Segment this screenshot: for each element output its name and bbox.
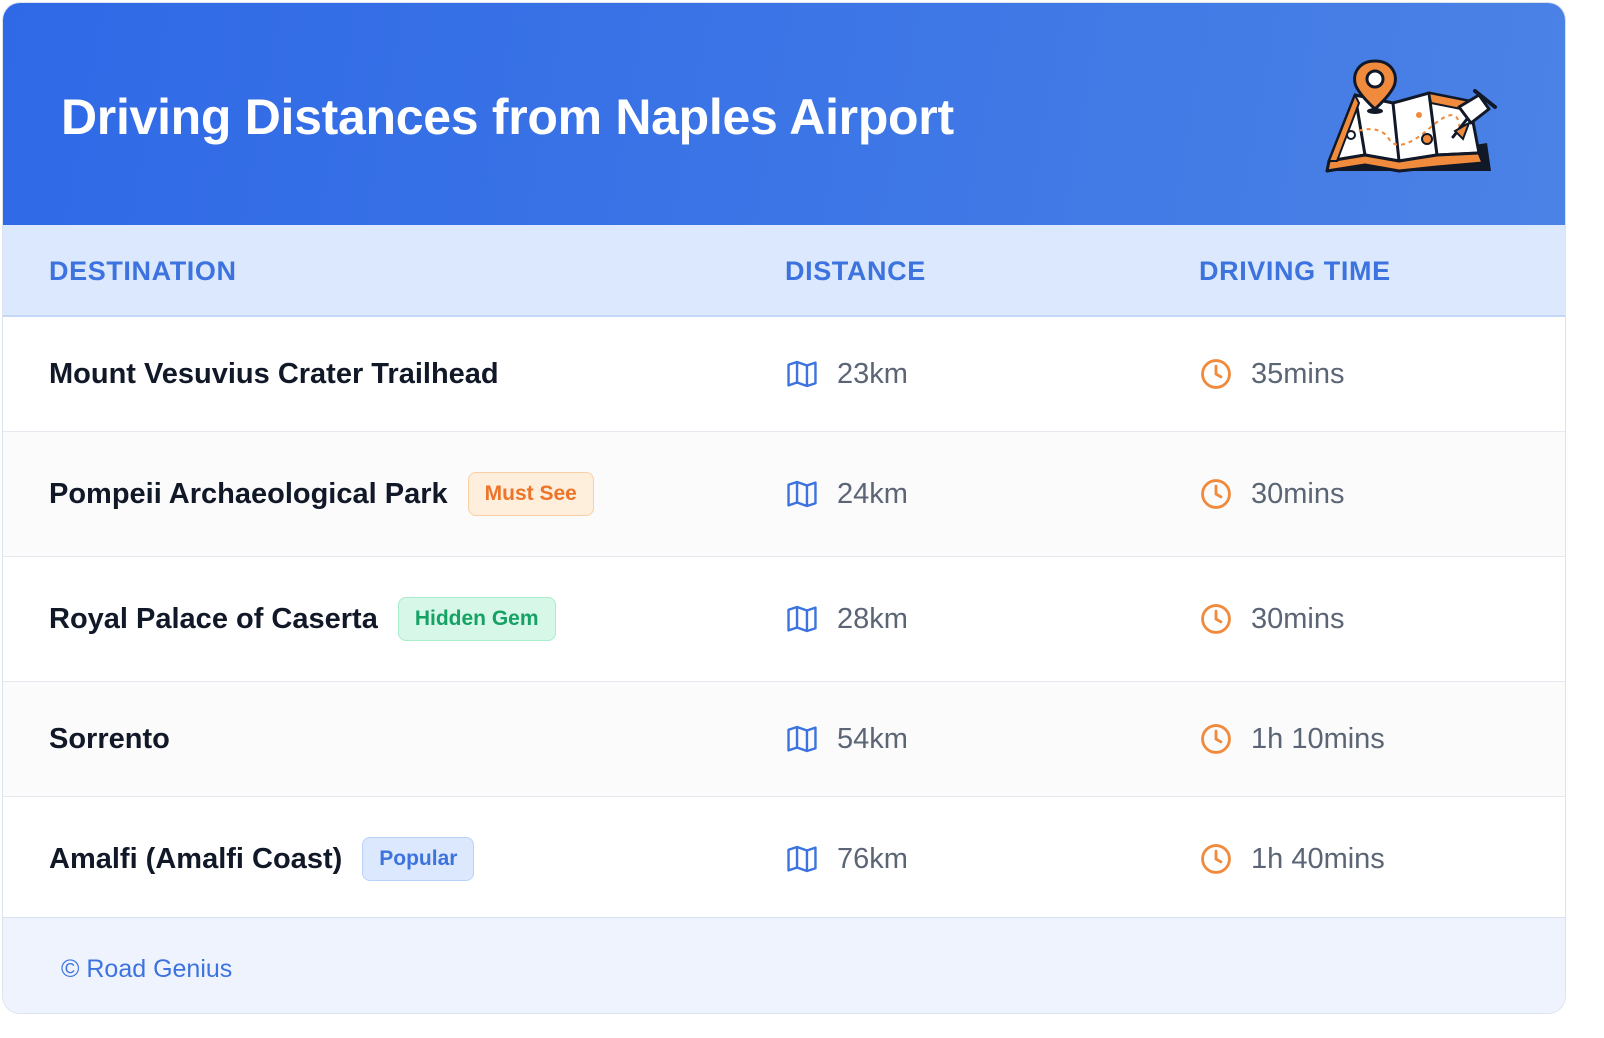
destination-name: Mount Vesuvius Crater Trailhead [49,358,499,390]
distance-card: Driving Distances from Naples Airport DE… [2,2,1566,1014]
distance-value: 28km [837,603,908,635]
table-row: Sorrento 54km 1h 10mins [3,682,1565,797]
destination-cell: Mount Vesuvius Crater Trailhead [49,317,499,431]
distance-value: 24km [837,478,908,510]
destination-cell: Royal Palace of Caserta Hidden Gem [49,557,556,681]
table-header-row: DESTINATION DISTANCE DRIVING TIME [3,225,1565,317]
clock-icon [1201,604,1231,634]
column-header-destination: DESTINATION [49,256,237,286]
distance-cell: 23km [785,317,908,431]
time-value: 1h 10mins [1251,723,1385,755]
table-row: Amalfi (Amalfi Coast) Popular 76km 1h 40… [3,797,1565,921]
destination-cell: Sorrento [49,682,170,796]
column-header-driving-time: DRIVING TIME [1199,256,1391,286]
table-row: Royal Palace of Caserta Hidden Gem 28km … [3,557,1565,682]
map-with-pin-icon [1325,59,1497,173]
distance-value: 76km [837,843,908,875]
time-cell: 1h 10mins [1199,682,1385,796]
time-cell: 30mins [1199,432,1345,556]
table-row: Pompeii Archaeological Park Must See 24k… [3,432,1565,557]
map-icon [787,360,817,388]
distance-cell: 28km [785,557,908,681]
time-value: 35mins [1251,358,1345,390]
time-value: 30mins [1251,603,1345,635]
map-icon [787,845,817,873]
table-row: Mount Vesuvius Crater Trailhead 23km 35m… [3,317,1565,432]
page-title: Driving Distances from Naples Airport [61,89,954,145]
distance-value: 23km [837,358,908,390]
destination-name: Pompeii Archaeological Park [49,478,448,510]
clock-icon [1201,724,1231,754]
map-icon [787,725,817,753]
map-icon [787,605,817,633]
destination-cell: Pompeii Archaeological Park Must See [49,432,594,556]
distance-cell: 24km [785,432,908,556]
footer-credit-link[interactable]: © Road Genius [61,954,232,984]
card-header: Driving Distances from Naples Airport [3,3,1565,225]
map-icon [787,480,817,508]
badge-must-see: Must See [467,472,594,516]
column-header-distance: DISTANCE [785,256,926,286]
destination-name: Sorrento [49,723,170,755]
time-value: 30mins [1251,478,1345,510]
distance-value: 54km [837,723,908,755]
distance-cell: 76km [785,797,908,921]
clock-icon [1201,359,1231,389]
destination-name: Amalfi (Amalfi Coast) [49,843,343,875]
distance-cell: 54km [785,682,908,796]
destination-cell: Amalfi (Amalfi Coast) Popular [49,797,475,921]
badge-popular: Popular [362,837,475,881]
time-cell: 35mins [1199,317,1345,431]
card-footer: © Road Genius [3,917,1565,1013]
time-cell: 1h 40mins [1199,797,1385,921]
time-cell: 30mins [1199,557,1345,681]
badge-hidden-gem: Hidden Gem [397,597,556,641]
destination-name: Royal Palace of Caserta [49,603,378,635]
time-value: 1h 40mins [1251,843,1385,875]
clock-icon [1201,844,1231,874]
clock-icon [1201,479,1231,509]
